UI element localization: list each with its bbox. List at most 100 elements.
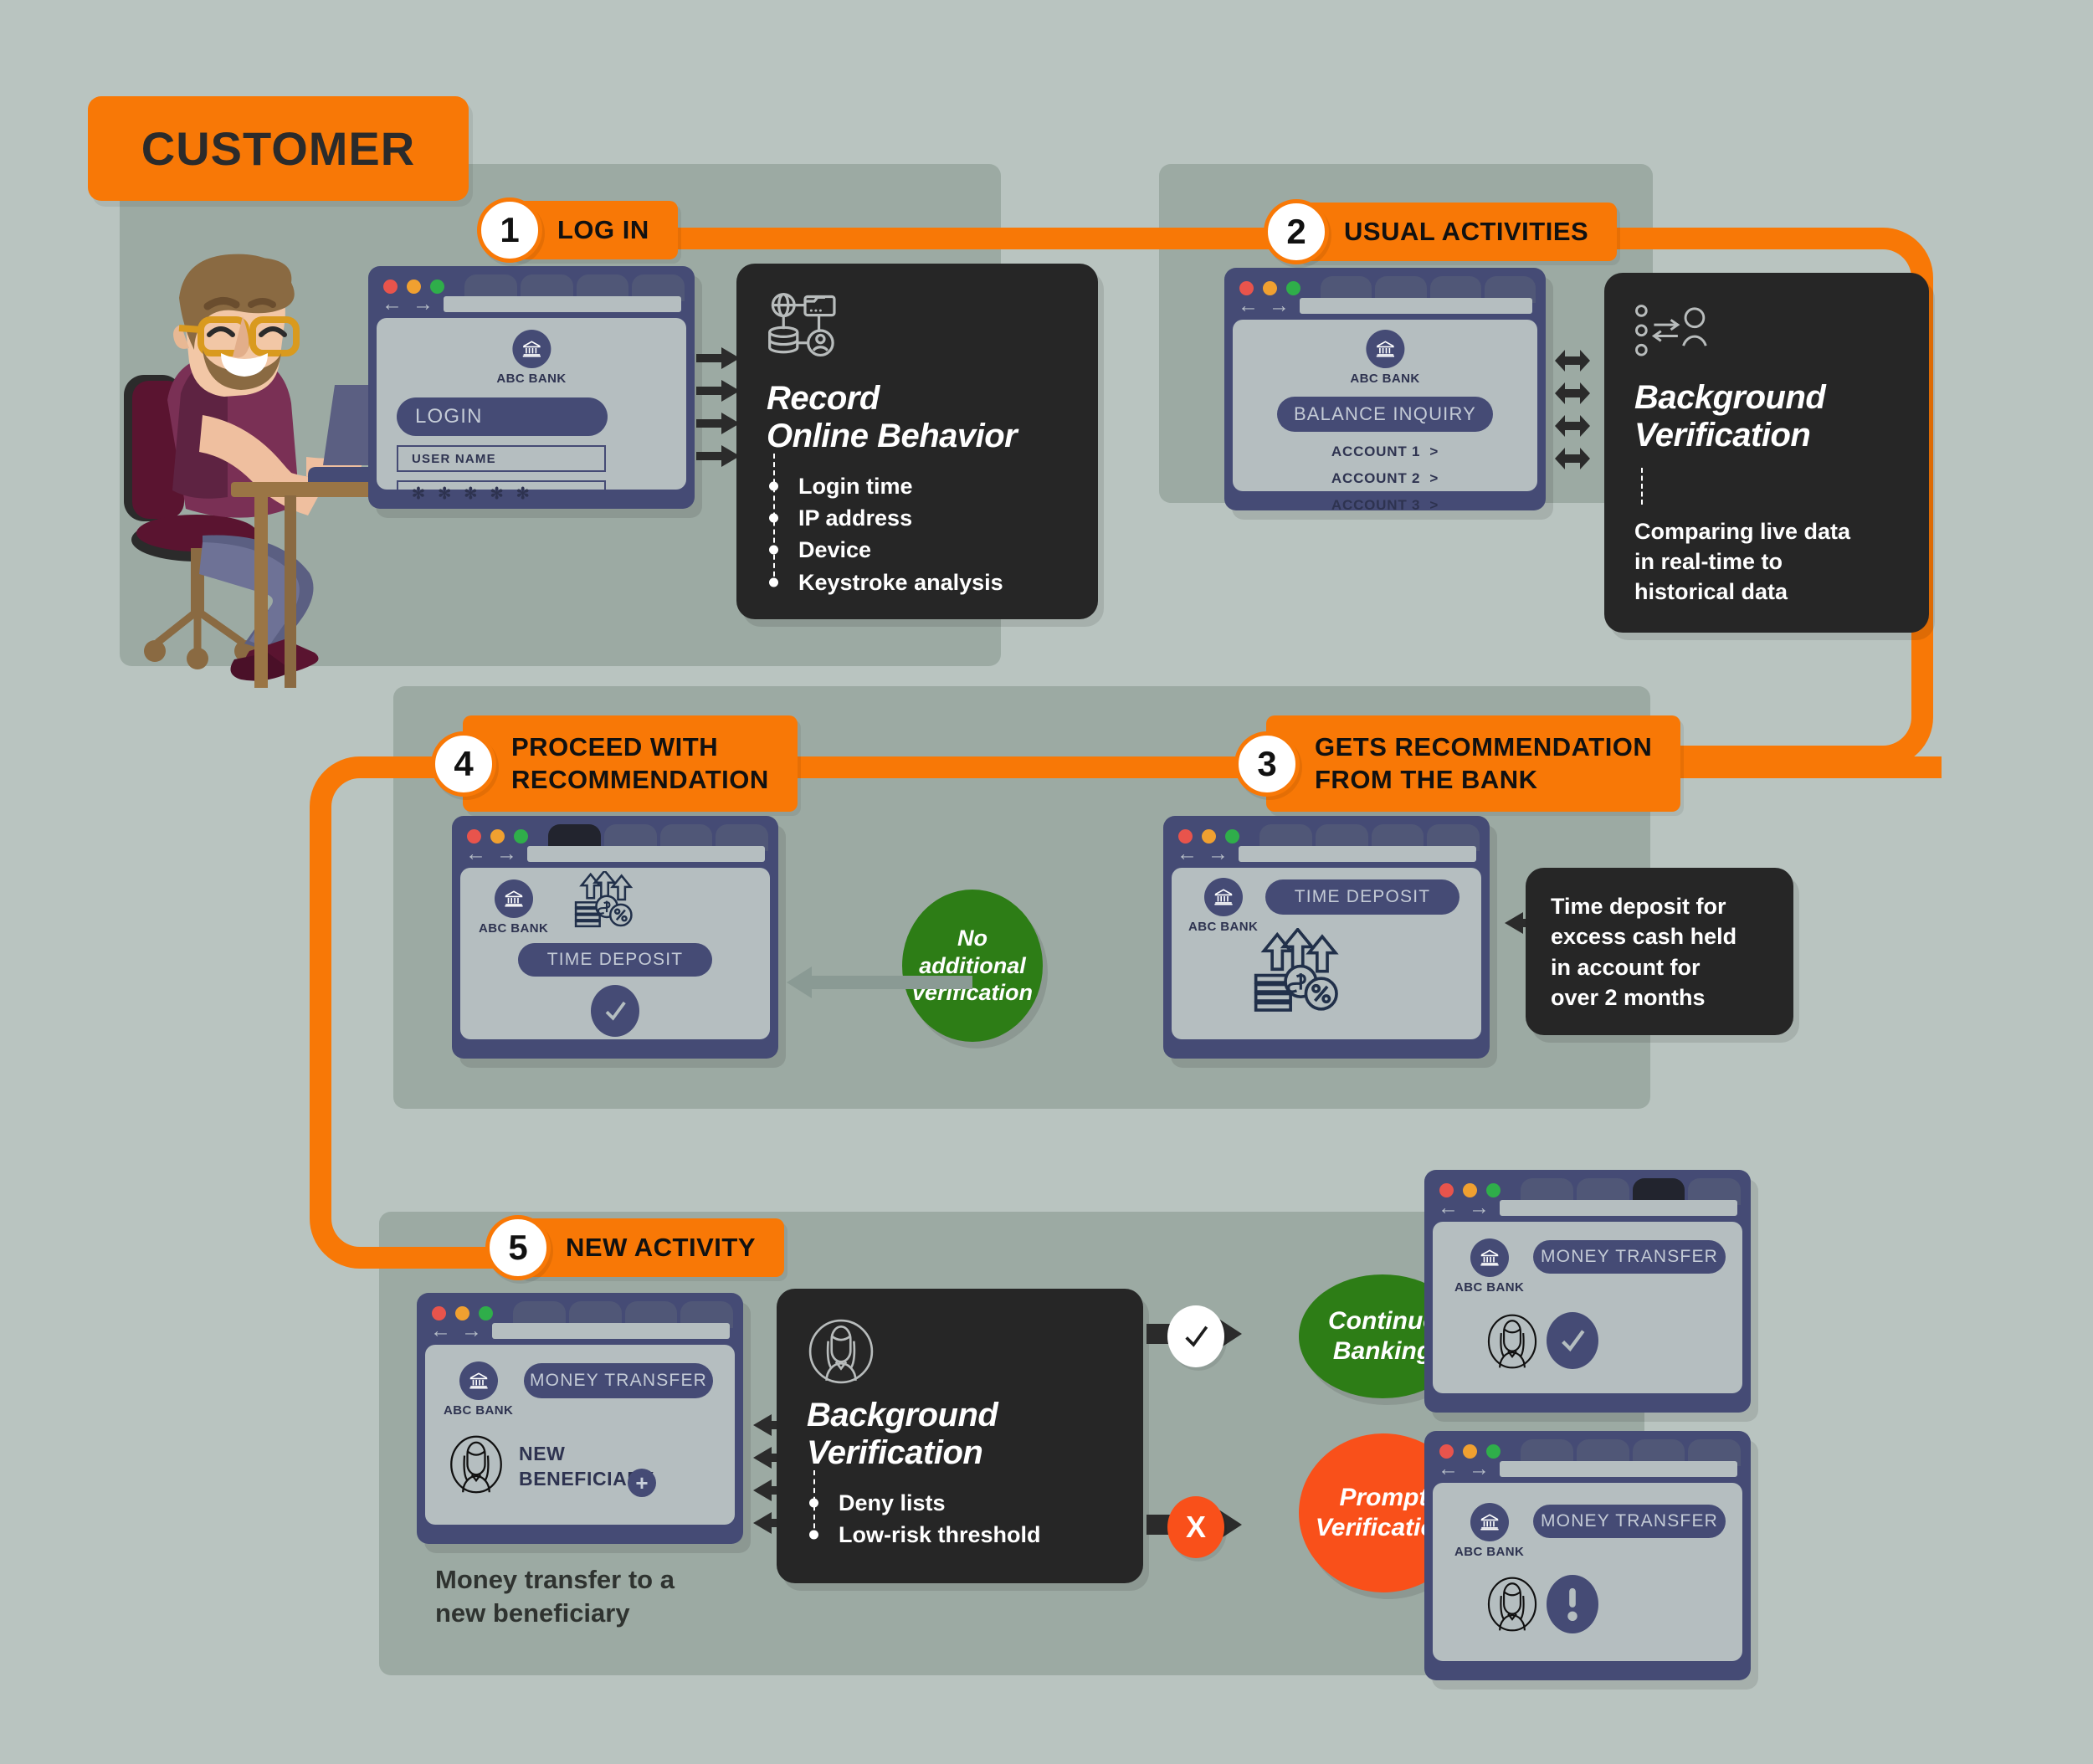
money-transfer-success-page: ABC BANK MONEY TRANSFER — [1433, 1222, 1742, 1393]
card-background-verification-1: Background Verification Comparing live d… — [1604, 273, 1929, 633]
add-beneficiary-button[interactable]: + — [628, 1469, 656, 1497]
url-bar[interactable] — [1300, 297, 1532, 314]
browser-chrome: ← → — [1424, 1170, 1751, 1222]
arrow-left-right-icon — [1555, 350, 1590, 372]
arrow-left-right-icon — [1555, 448, 1590, 469]
back-arrow-icon[interactable]: ← — [382, 293, 403, 315]
forward-arrow-icon[interactable]: → — [1469, 1197, 1490, 1218]
browser-chrome: ← → — [368, 266, 695, 318]
browser-nav-row: ← → — [1163, 836, 1490, 871]
forward-arrow-icon[interactable]: → — [1469, 1458, 1490, 1479]
forward-arrow-icon[interactable]: → — [1269, 295, 1290, 316]
money-transfer-success-window: ← → ABC BANK MONEY TRANSFER — [1424, 1170, 1751, 1413]
account-row[interactable]: ACCOUNT 1 > — [1233, 444, 1537, 460]
money-transfer-alert-window: ← → ABC BANK MONEY TRANSFER — [1424, 1431, 1751, 1680]
browser-chrome: ← → — [1224, 268, 1546, 320]
balance-inquiry-text: BALANCE INQUIRY — [1293, 403, 1477, 424]
check-icon — [1185, 1326, 1208, 1347]
badge-continue-banking-label: Continue Banking — [1328, 1307, 1437, 1365]
account-label: ACCOUNT 2 — [1331, 470, 1421, 486]
bank-name-label: ABC BANK — [444, 1403, 514, 1418]
money-transfer-alert-title: MONEY TRANSFER — [1540, 1511, 1719, 1531]
bank-name-label: ABC BANK — [1454, 1545, 1525, 1559]
bank-logo: ABC BANK — [496, 330, 566, 386]
record-bullet-list: Login time IP address Device Keystroke a… — [767, 453, 1068, 598]
bank-logo: ABC BANK — [1454, 1238, 1524, 1295]
arrow-group-login-to-record — [696, 347, 740, 467]
url-bar[interactable] — [1239, 845, 1476, 862]
url-bar[interactable] — [492, 1322, 730, 1339]
back-arrow-icon[interactable]: ← — [430, 1320, 451, 1341]
money-transfer-success-pill[interactable]: MONEY TRANSFER — [1533, 1240, 1726, 1274]
back-arrow-icon[interactable]: ← — [1238, 295, 1259, 316]
money-transfer-success-title: MONEY TRANSFER — [1540, 1247, 1719, 1266]
time-deposit-page: ABC BANK TIME DEPOSIT — [460, 868, 770, 1039]
coins-growth-icon — [574, 871, 634, 928]
step-label-text-1: LOG IN — [557, 214, 649, 244]
balance-inquiry-browser-window: ← → ABC BANK BALANCE INQUIRY ACCOUNT 1 >… — [1224, 268, 1546, 510]
account-label: ACCOUNT 1 — [1331, 444, 1421, 459]
card-time-deposit-note: Time deposit for excess cash held in acc… — [1526, 868, 1793, 1035]
back-arrow-icon[interactable]: ← — [1438, 1458, 1459, 1479]
customer-banner-label: CUSTOMER — [141, 122, 416, 175]
list-item: Low-risk threshold — [835, 1519, 1113, 1551]
forward-arrow-icon[interactable]: → — [1208, 843, 1229, 864]
card-title-verification-1: Background Verification — [1634, 379, 1826, 454]
forward-arrow-icon[interactable]: → — [461, 1320, 482, 1341]
account-label: ACCOUNT 3 — [1331, 497, 1421, 510]
step-label-text-4: PROCEED WITH RECOMMENDATION — [511, 731, 769, 794]
browser-nav-row: ← → — [368, 286, 695, 321]
url-bar[interactable] — [1500, 1199, 1737, 1216]
url-bar[interactable] — [444, 295, 681, 312]
chevron-right-icon: > — [1429, 470, 1439, 486]
bank-building-icon — [1470, 1503, 1509, 1541]
success-check-badge — [1167, 1305, 1224, 1367]
step-label-text-5: NEW ACTIVITY — [566, 1232, 757, 1262]
arrow-left-right-icon — [1555, 415, 1590, 437]
time-deposit-pill-right[interactable]: TIME DEPOSIT — [1265, 879, 1459, 915]
time-deposit-title-left: TIME DEPOSIT — [546, 950, 684, 969]
card-title-verification-2: Background Verification — [807, 1397, 998, 1471]
account-row[interactable]: ACCOUNT 3 > — [1233, 497, 1537, 510]
list-item: Deny lists — [835, 1487, 1113, 1519]
female-avatar-icon — [1487, 1577, 1537, 1632]
badge-no-additional-verification: No additional verification — [902, 890, 1043, 1042]
username-field[interactable]: USER NAME — [397, 445, 606, 472]
url-bar[interactable] — [527, 845, 765, 862]
balance-page: ABC BANK BALANCE INQUIRY ACCOUNT 1 > ACC… — [1233, 320, 1537, 510]
back-arrow-icon[interactable]: ← — [1177, 843, 1198, 864]
url-bar[interactable] — [1500, 1460, 1737, 1477]
card-record-online-behavior: Record Online Behavior Login time IP add… — [736, 264, 1098, 619]
step-bar-5: NEW ACTIVITY — [517, 1218, 785, 1277]
forward-arrow-icon[interactable]: → — [413, 293, 433, 315]
username-placeholder: USER NAME — [412, 451, 496, 466]
bank-logo: ABC BANK — [1350, 330, 1419, 386]
back-arrow-icon[interactable]: ← — [1438, 1197, 1459, 1218]
time-deposit-title-right: TIME DEPOSIT — [1294, 887, 1431, 906]
female-avatar-icon — [1487, 1314, 1537, 1369]
money-transfer-alert-pill[interactable]: MONEY TRANSFER — [1533, 1505, 1726, 1538]
forward-arrow-icon[interactable]: → — [496, 843, 517, 864]
female-avatar-icon — [808, 1319, 874, 1384]
login-title-pill: LOGIN — [397, 397, 608, 436]
money-transfer-pill[interactable]: MONEY TRANSFER — [524, 1363, 713, 1398]
arrow-group-balance-to-verification — [1547, 350, 1598, 469]
card-dash-connector — [1641, 467, 1643, 505]
money-transfer-caption: Money transfer to a new beneficiary — [435, 1565, 675, 1628]
bank-logo: ABC BANK — [1454, 1503, 1524, 1559]
account-row[interactable]: ACCOUNT 2 > — [1233, 470, 1537, 487]
customer-banner: CUSTOMER — [88, 96, 469, 201]
password-field[interactable]: ✻ ✻ ✻ ✻ ✻ — [397, 480, 606, 507]
login-browser-window: ← → ABC BANK LOGIN USER NAME ✻ ✻ ✻ ✻ ✻ — [368, 266, 695, 509]
step-label-text-3: GETS RECOMMENDATION FROM THE BANK — [1315, 731, 1653, 794]
bank-name-label: ABC BANK — [479, 921, 549, 936]
back-arrow-icon[interactable]: ← — [465, 843, 486, 864]
female-avatar-icon — [450, 1435, 502, 1494]
time-deposit-confirmed-window: ← → ABC BANK TIME DEPOSIT — [452, 816, 778, 1059]
time-deposit-pill-left[interactable]: TIME DEPOSIT — [518, 943, 712, 977]
list-item: Keystroke analysis — [795, 567, 1068, 598]
arrow-right-icon — [696, 380, 740, 402]
check-icon — [605, 1001, 626, 1021]
bank-building-icon — [459, 1361, 498, 1400]
balance-inquiry-pill[interactable]: BALANCE INQUIRY — [1277, 397, 1493, 432]
